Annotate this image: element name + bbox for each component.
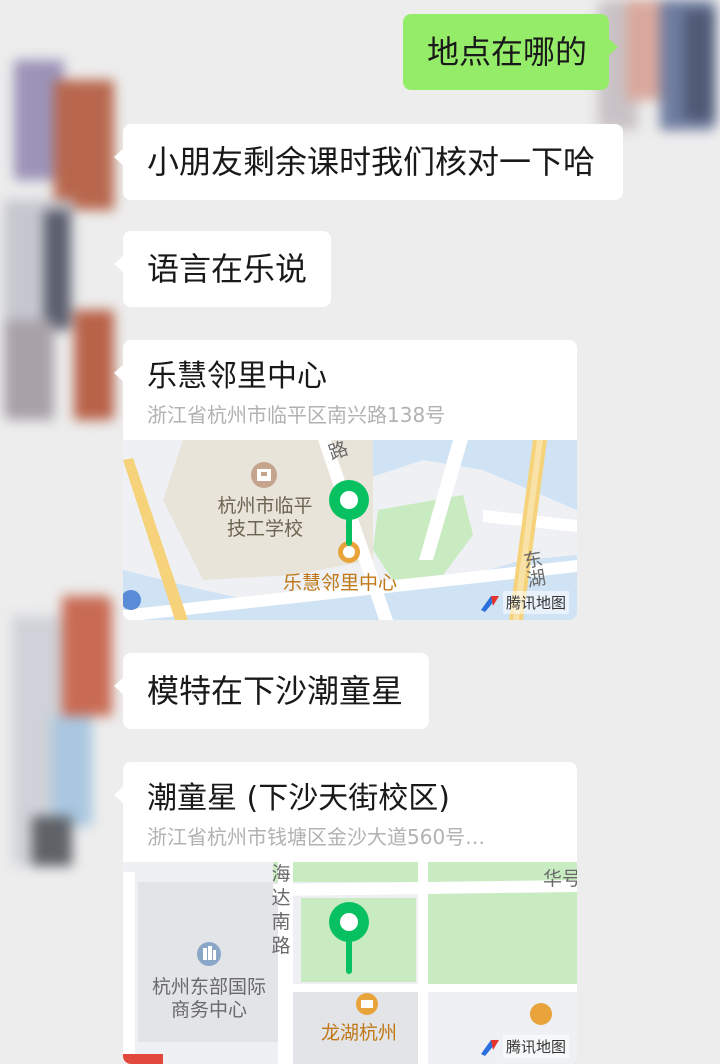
message-bubble-incoming[interactable]: 语言在乐说 xyxy=(114,231,331,307)
place-poi-icon xyxy=(356,993,378,1015)
message-text: 语言在乐说 xyxy=(147,250,308,288)
contact-avatar[interactable] xyxy=(12,596,112,866)
school-poi-icon xyxy=(251,462,277,488)
location-address: 浙江省杭州市钱塘区金沙大道560号… xyxy=(147,825,486,849)
place-poi-icon xyxy=(530,1003,552,1025)
message-bubble-incoming[interactable]: 模特在下沙潮童星 xyxy=(114,653,429,729)
message-text: 地点在哪的 xyxy=(427,33,588,71)
map-place-label: 乐慧邻里中心 xyxy=(283,572,398,594)
message-bubble-incoming[interactable]: 小朋友剩余课时我们核对一下哈 xyxy=(114,124,623,200)
location-address: 浙江省杭州市临平区南兴路138号 xyxy=(147,403,446,427)
map-road-label: 海 达 南 路 xyxy=(271,863,291,957)
location-card[interactable]: 乐慧邻里中心 浙江省杭州市临平区南兴路138号 杭州市临平 技工学校 乐慧邻里中… xyxy=(123,340,577,620)
my-avatar[interactable] xyxy=(598,0,716,130)
map-preview[interactable]: 海 达 南 路 华号 杭州东部国际 商务中心 龙湖杭州 腾讯地图 xyxy=(123,862,577,1064)
map-provider-logo: 腾讯地图 xyxy=(502,591,569,614)
message-text: 模特在下沙潮童星 xyxy=(147,672,404,710)
contact-avatar[interactable] xyxy=(4,60,116,420)
location-title: 乐慧邻里中心 xyxy=(147,359,327,394)
map-poi-label: 杭州市临平 技工学校 xyxy=(217,495,313,540)
map-preview[interactable]: 杭州市临平 技工学校 乐慧邻里中心 路 东湖 腾讯地图 xyxy=(123,440,577,620)
map-place-label: 龙湖杭州 xyxy=(321,1022,398,1044)
building-poi-icon xyxy=(197,942,221,966)
map-poi-label: 杭州东部国际 商务中心 xyxy=(151,976,266,1021)
message-text: 小朋友剩余课时我们核对一下哈 xyxy=(147,143,596,181)
message-bubble-outgoing[interactable]: 地点在哪的 xyxy=(403,14,618,90)
map-provider-logo: 腾讯地图 xyxy=(502,1035,569,1058)
location-card[interactable]: 潮童星 (下沙天街校区) 浙江省杭州市钱塘区金沙大道560号… 海 达 南 路 … xyxy=(123,762,577,1064)
location-title: 潮童星 (下沙天街校区) xyxy=(147,781,450,816)
map-road-label: 华号 xyxy=(543,868,577,890)
